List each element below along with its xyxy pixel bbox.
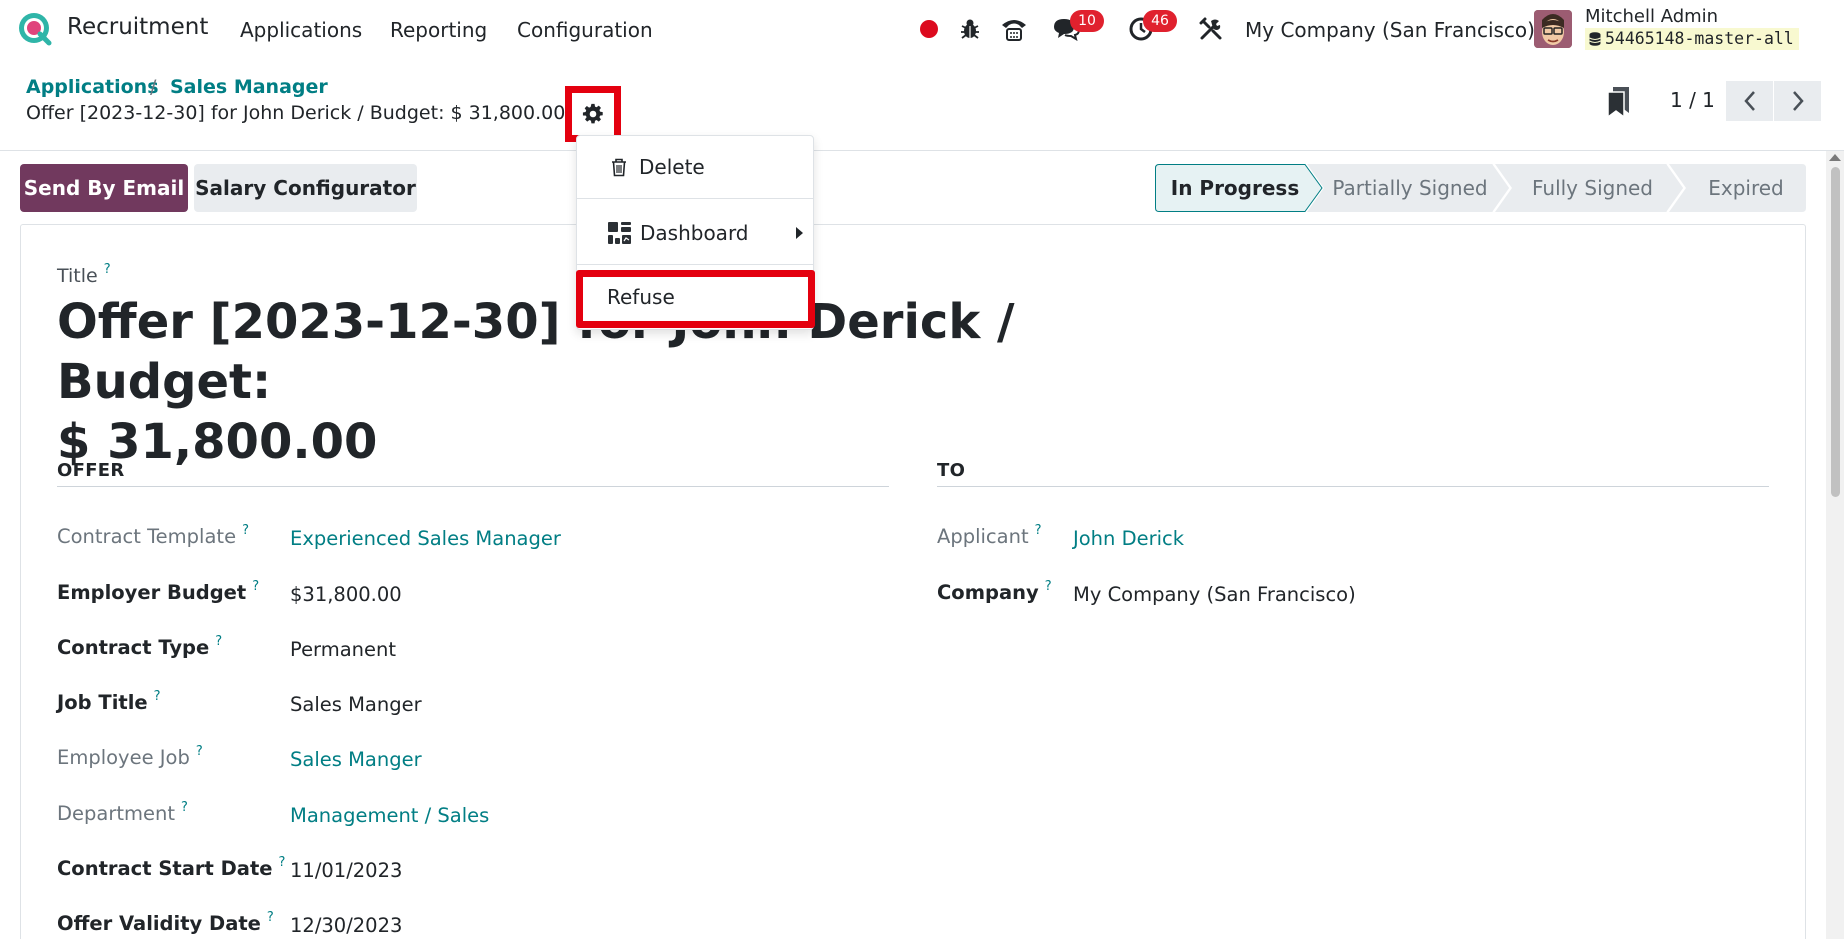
- title-label-text: Title: [57, 265, 98, 287]
- contract-type-label-text: Contract Type: [57, 636, 210, 659]
- job-title-label-text: Job Title: [57, 691, 148, 714]
- salary-configurator-button[interactable]: Salary Configurator: [194, 164, 417, 212]
- status-bar: In Progress Partially Signed Fully Signe…: [1155, 164, 1806, 212]
- stage-partially-signed[interactable]: Partially Signed: [1320, 164, 1500, 212]
- employee-job-value[interactable]: Sales Manger: [290, 748, 422, 771]
- actions-gear-button[interactable]: [565, 86, 621, 142]
- help-icon[interactable]: ?: [181, 800, 188, 815]
- department-value[interactable]: Management / Sales: [290, 804, 489, 827]
- menu-reporting[interactable]: Reporting: [390, 18, 487, 42]
- employee-job-label-text: Employee Job: [57, 746, 190, 769]
- title-field-label: Title?: [57, 262, 111, 287]
- help-icon[interactable]: ?: [196, 744, 203, 759]
- job-title-label: Job Title?: [57, 689, 161, 714]
- activities-count-badge: 46: [1143, 10, 1177, 32]
- company-value[interactable]: My Company (San Francisco): [1073, 583, 1356, 606]
- settings-tools-icon[interactable]: [1196, 14, 1226, 44]
- help-icon[interactable]: ?: [1045, 579, 1052, 594]
- stage-in-progress[interactable]: In Progress: [1155, 164, 1315, 212]
- trash-icon: [612, 158, 626, 176]
- messages-count-badge: 10: [1070, 10, 1104, 32]
- database-name: 54465148-master-all: [1585, 28, 1799, 50]
- dropdown-item-delete[interactable]: Delete: [577, 142, 813, 192]
- help-icon[interactable]: ?: [242, 523, 249, 538]
- dashboard-label: Dashboard: [640, 221, 749, 245]
- delete-label: Delete: [639, 155, 705, 179]
- contract-type-label: Contract Type?: [57, 634, 222, 659]
- to-section-divider: [937, 486, 1769, 487]
- department-label: Department?: [57, 800, 188, 825]
- company-label-text: Company: [937, 581, 1039, 604]
- user-name[interactable]: Mitchell Admin: [1585, 6, 1718, 27]
- help-icon[interactable]: ?: [252, 579, 259, 594]
- menu-configuration[interactable]: Configuration: [517, 18, 653, 42]
- offer-validity-date-label: Offer Validity Date?: [57, 910, 274, 935]
- applicant-label: Applicant?: [937, 523, 1042, 548]
- stage-fully-signed[interactable]: Fully Signed: [1510, 164, 1675, 212]
- to-section-heading: TO: [937, 460, 966, 481]
- dropdown-divider: [577, 198, 813, 199]
- applicant-label-text: Applicant: [937, 525, 1029, 548]
- breadcrumb-sales-manager[interactable]: Sales Manager: [170, 76, 328, 98]
- contract-template-label: Contract Template?: [57, 523, 249, 548]
- help-icon[interactable]: ?: [104, 262, 111, 277]
- chevron-left-icon: [1743, 91, 1755, 111]
- employee-job-label: Employee Job?: [57, 744, 203, 769]
- pager-previous-button[interactable]: [1726, 81, 1773, 121]
- top-navbar: Recruitment Applications Reporting Confi…: [0, 0, 1844, 58]
- scrollbar-thumb[interactable]: [1831, 167, 1840, 497]
- scroll-up-arrow-icon[interactable]: [1829, 154, 1841, 161]
- debug-bug-icon[interactable]: [955, 14, 985, 44]
- offer-validity-date-label-text: Offer Validity Date: [57, 912, 261, 935]
- send-by-email-button[interactable]: Send By Email: [20, 164, 188, 212]
- job-title-value[interactable]: Sales Manger: [290, 693, 422, 716]
- caret-right-icon: [796, 227, 803, 239]
- record-indicator-icon[interactable]: [914, 14, 944, 44]
- offer-section-heading: OFFER: [57, 460, 125, 481]
- help-icon[interactable]: ?: [1035, 523, 1042, 538]
- contract-start-date-label: Contract Start Date?: [57, 855, 286, 880]
- refuse-annotation-highlight: [576, 270, 815, 328]
- dashboard-icon: [608, 222, 631, 244]
- dropdown-divider: [577, 264, 813, 265]
- help-icon[interactable]: ?: [279, 855, 286, 870]
- pager-value[interactable]: 1 / 1: [1670, 88, 1715, 112]
- offer-validity-date-value[interactable]: 12/30/2023: [290, 914, 402, 937]
- control-panel: Applications / Sales Manager Offer [2023…: [0, 58, 1844, 151]
- database-name-text: 54465148-master-all: [1605, 29, 1794, 48]
- contract-template-value[interactable]: Experienced Sales Manager: [290, 527, 561, 550]
- offer-title-line-2: $ 31,800.00: [57, 414, 378, 470]
- contract-start-date-label-text: Contract Start Date: [57, 857, 273, 880]
- phone-icon[interactable]: [999, 14, 1029, 44]
- chevron-right-icon: [1792, 91, 1804, 111]
- breadcrumb-separator: /: [150, 76, 157, 98]
- user-avatar[interactable]: [1534, 10, 1572, 48]
- help-icon[interactable]: ?: [267, 910, 274, 925]
- breadcrumb-applications[interactable]: Applications: [26, 76, 159, 98]
- contract-type-value[interactable]: Permanent: [290, 638, 396, 661]
- employer-budget-value[interactable]: $31,800.00: [290, 583, 402, 606]
- department-label-text: Department: [57, 802, 175, 825]
- contract-start-date-value[interactable]: 11/01/2023: [290, 859, 402, 882]
- bookmark-icon[interactable]: [1604, 85, 1634, 119]
- employer-budget-label: Employer Budget?: [57, 579, 259, 604]
- offer-section-divider: [57, 486, 889, 487]
- app-name[interactable]: Recruitment: [67, 14, 208, 40]
- contract-template-label-text: Contract Template: [57, 525, 237, 548]
- database-icon: [1589, 32, 1601, 46]
- stage-expired[interactable]: Expired: [1686, 164, 1806, 212]
- dropdown-item-dashboard[interactable]: Dashboard: [577, 208, 813, 258]
- help-icon[interactable]: ?: [154, 689, 161, 704]
- company-switcher[interactable]: My Company (San Francisco): [1245, 18, 1535, 42]
- employer-budget-label-text: Employer Budget: [57, 581, 247, 604]
- breadcrumb-current-record: Offer [2023-12-30] for John Derick / Bud…: [26, 102, 566, 124]
- recruitment-app-logo-icon[interactable]: [18, 12, 52, 46]
- help-icon[interactable]: ?: [215, 634, 222, 649]
- menu-applications[interactable]: Applications: [240, 18, 362, 42]
- company-label: Company?: [937, 579, 1052, 604]
- applicant-value[interactable]: John Derick: [1073, 527, 1184, 550]
- gear-icon: [582, 103, 603, 124]
- pager-next-button[interactable]: [1774, 81, 1821, 121]
